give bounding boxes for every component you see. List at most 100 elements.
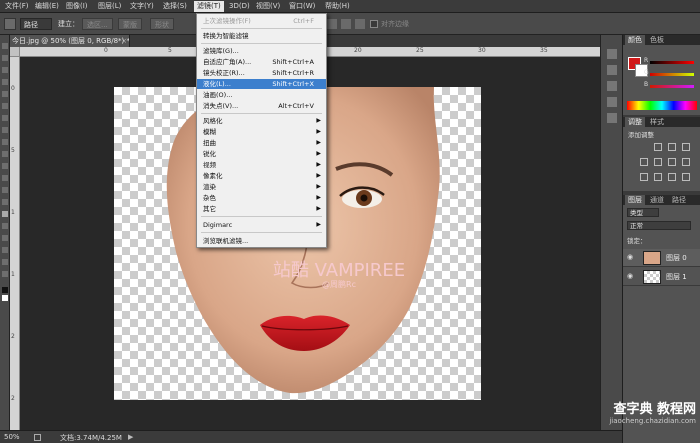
menu-item-adaptive-wide-angle[interactable]: 自适应广角(A)... Shift+Ctrl+A	[197, 57, 326, 67]
tab-color[interactable]: 颜色	[625, 35, 645, 45]
mask-button[interactable]: 蒙版	[118, 18, 142, 30]
blend-mode-select[interactable]: 正常	[627, 221, 691, 230]
curves-icon[interactable]	[682, 143, 690, 151]
eye-icon[interactable]: ◉	[627, 273, 633, 280]
selection-button[interactable]: 选区...	[82, 18, 113, 30]
move-tool-icon[interactable]	[2, 43, 8, 49]
hue-saturation-icon[interactable]	[654, 158, 662, 166]
pen-tool-icon[interactable]	[2, 211, 8, 217]
properties-icon[interactable]	[607, 65, 617, 75]
color-balance-icon[interactable]	[668, 158, 676, 166]
menu-item-filter-gallery[interactable]: 滤镜库(G)...	[197, 46, 326, 56]
filter-kind-select[interactable]: 类型	[627, 208, 659, 217]
pen-tool-icon[interactable]	[4, 18, 16, 30]
tab-swatches[interactable]: 色板	[647, 35, 667, 45]
menu-3d[interactable]: 3D(D)	[226, 1, 253, 12]
menu-item-lens-correction[interactable]: 镜头校正(R)... Shift+Ctrl+R	[197, 68, 326, 78]
tab-channels[interactable]: 通道	[647, 195, 667, 205]
black-white-icon[interactable]	[682, 158, 690, 166]
close-icon[interactable]: ×	[121, 35, 127, 47]
menu-item-last-filter[interactable]: 上次滤镜操作(F) Ctrl+F	[197, 16, 326, 26]
path-align-icon[interactable]	[341, 19, 351, 29]
blur-tool-icon[interactable]	[2, 187, 8, 193]
red-slider[interactable]: R	[644, 57, 694, 66]
eraser-tool-icon[interactable]	[2, 163, 8, 169]
menu-item-pixelate[interactable]: 像素化 ▶	[197, 171, 326, 181]
posterize-icon[interactable]	[654, 173, 662, 181]
tab-styles[interactable]: 样式	[647, 117, 667, 127]
levels-icon[interactable]	[668, 143, 676, 151]
quick-select-tool-icon[interactable]	[2, 79, 8, 85]
menu-item-video[interactable]: 视频 ▶	[197, 160, 326, 170]
ruler-corner[interactable]	[10, 47, 20, 57]
type-tool-icon[interactable]	[2, 223, 8, 229]
share-icon[interactable]	[34, 434, 41, 441]
brightness-icon[interactable]	[654, 143, 662, 151]
layer-row[interactable]: ◉ 图层 1	[623, 268, 700, 286]
menu-window[interactable]: 窗口(W)	[286, 1, 318, 12]
mode-select[interactable]: 路径	[20, 18, 52, 30]
ruler-vertical[interactable]: 0 5 1 1 2 2	[10, 57, 20, 430]
menu-item-stylize[interactable]: 风格化 ▶	[197, 116, 326, 126]
threshold-icon[interactable]	[668, 173, 676, 181]
lasso-tool-icon[interactable]	[2, 67, 8, 73]
tab-paths[interactable]: 路径	[669, 195, 689, 205]
shape-button[interactable]: 形状	[150, 18, 174, 30]
menu-item-browse-online[interactable]: 浏览联机滤镜...	[197, 236, 326, 246]
dodge-tool-icon[interactable]	[2, 199, 8, 205]
hand-tool-icon[interactable]	[2, 259, 8, 265]
menu-item-other[interactable]: 其它 ▶	[197, 204, 326, 214]
shape-tool-icon[interactable]	[2, 247, 8, 253]
info-icon[interactable]	[607, 81, 617, 91]
tab-layers[interactable]: 图层	[625, 195, 645, 205]
tab-adjustments[interactable]: 调整	[625, 117, 645, 127]
invert-icon[interactable]	[640, 173, 648, 181]
menu-edit[interactable]: 编辑(E)	[32, 1, 62, 12]
menu-view[interactable]: 视图(V)	[253, 1, 283, 12]
menu-item-render[interactable]: 渲染 ▶	[197, 182, 326, 192]
blue-slider[interactable]: B	[644, 81, 694, 90]
align-edges-checkbox[interactable]	[370, 20, 378, 28]
crop-tool-icon[interactable]	[2, 91, 8, 97]
healing-tool-icon[interactable]	[2, 115, 8, 121]
menu-type[interactable]: 文字(Y)	[127, 1, 157, 12]
chevron-right-icon[interactable]: ▶	[128, 433, 133, 441]
menu-item-noise[interactable]: 杂色 ▶	[197, 193, 326, 203]
marquee-tool-icon[interactable]	[2, 55, 8, 61]
green-slider[interactable]: G	[644, 69, 694, 78]
gradient-tool-icon[interactable]	[2, 175, 8, 181]
menu-filter[interactable]: 滤镜(T)	[194, 1, 224, 12]
menu-item-liquify[interactable]: 液化(L)... Shift+Ctrl+X	[197, 79, 326, 89]
background-color-swatch[interactable]	[2, 295, 8, 301]
menu-item-distort[interactable]: 扭曲 ▶	[197, 138, 326, 148]
color-ramp[interactable]	[627, 101, 697, 110]
eyedropper-tool-icon[interactable]	[2, 103, 8, 109]
menu-image[interactable]: 图像(I)	[63, 1, 91, 12]
layer-row[interactable]: ◉ 图层 0	[623, 249, 700, 267]
character-icon[interactable]	[607, 113, 617, 123]
document-tab[interactable]: 今日.jpg @ 50% (图层 0, RGB/8*) * ×	[10, 35, 130, 47]
menu-select[interactable]: 选择(S)	[160, 1, 190, 12]
menu-item-vanishing-point[interactable]: 消失点(V)... Alt+Ctrl+V	[197, 101, 326, 111]
menu-file[interactable]: 文件(F)	[2, 1, 32, 12]
path-arrange-icon[interactable]	[355, 19, 365, 29]
menu-item-smart-filter[interactable]: 转换为智能滤镜	[197, 31, 326, 41]
foreground-color-swatch[interactable]	[2, 287, 8, 293]
brush-tool-icon[interactable]	[2, 127, 8, 133]
menu-item-oil-paint[interactable]: 油画(O)...	[197, 90, 326, 100]
zoom-level[interactable]: 50%	[4, 433, 20, 441]
vibrance-icon[interactable]	[640, 158, 648, 166]
eye-icon[interactable]: ◉	[627, 254, 633, 261]
menu-help[interactable]: 帮助(H)	[322, 1, 353, 12]
paragraph-icon[interactable]	[607, 97, 617, 107]
menu-layer[interactable]: 图层(L)	[95, 1, 124, 12]
stamp-tool-icon[interactable]	[2, 139, 8, 145]
history-icon[interactable]	[607, 49, 617, 59]
path-ops-icon[interactable]	[327, 19, 337, 29]
gradient-map-icon[interactable]	[682, 173, 690, 181]
menu-item-digimarc[interactable]: Digimarc ▶	[197, 220, 326, 230]
zoom-tool-icon[interactable]	[2, 271, 8, 277]
path-select-tool-icon[interactable]	[2, 235, 8, 241]
menu-item-sharpen[interactable]: 锐化 ▶	[197, 149, 326, 159]
history-brush-tool-icon[interactable]	[2, 151, 8, 157]
